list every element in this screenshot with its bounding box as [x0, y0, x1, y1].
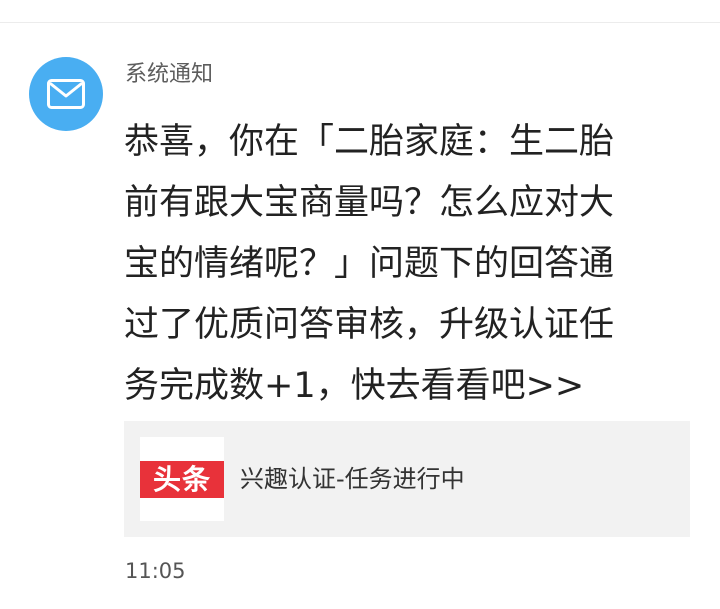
message-line[interactable]: 务完成数+1，快去看看吧>> [124, 356, 694, 417]
timestamp: 11:05 [125, 559, 186, 583]
notification-message: 恭喜，你在「二胎家庭：生二胎 前有跟大宝商量吗？怎么应对大 宝的情绪呢？」问题下… [124, 112, 694, 417]
card-thumbnail: 头条 [140, 437, 224, 521]
top-divider [0, 22, 720, 23]
toutiao-logo: 头条 [140, 461, 224, 498]
card-title: 兴趣认证-任务进行中 [240, 465, 465, 493]
message-line: 过了优质问答审核，升级认证任 [124, 305, 615, 345]
message-line: 前有跟大宝商量吗？怎么应对大 [124, 183, 615, 223]
sender-name: 系统通知 [125, 62, 214, 87]
link-card[interactable]: 头条 兴趣认证-任务进行中 [124, 421, 690, 537]
message-line: 宝的情绪呢？」问题下的回答通 [124, 244, 615, 284]
message-line: 恭喜，你在「二胎家庭：生二胎 [124, 122, 615, 162]
system-avatar[interactable] [29, 57, 103, 131]
mail-envelope-icon [47, 79, 85, 109]
